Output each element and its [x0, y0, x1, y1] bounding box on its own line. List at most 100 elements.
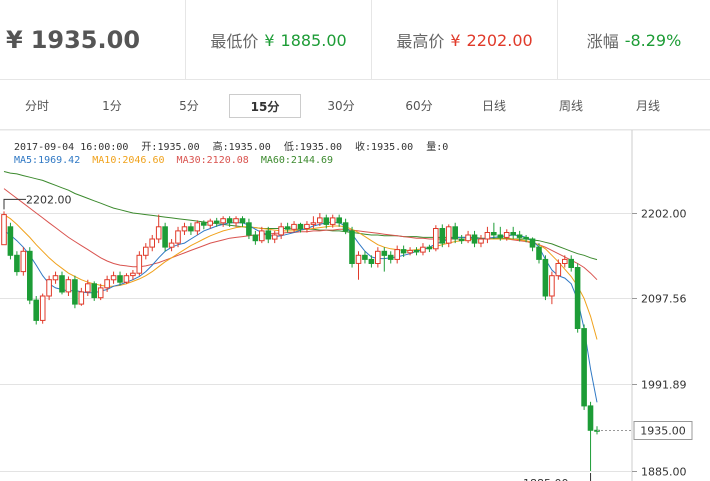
candle-body — [587, 405, 594, 431]
candle-body — [516, 234, 523, 238]
y-tick-label: 2097.56 — [641, 293, 687, 306]
candle-body — [394, 249, 400, 260]
candle-body — [46, 279, 52, 297]
candle-body — [329, 217, 336, 225]
candle-body — [310, 222, 317, 225]
candle-body — [465, 234, 471, 242]
candle-body — [400, 249, 407, 254]
candle-body — [278, 226, 284, 236]
candle-body — [259, 230, 265, 242]
candle-body — [491, 232, 497, 236]
candle-body — [271, 234, 278, 240]
candle-body — [52, 275, 59, 281]
candle-body — [33, 299, 40, 321]
current-price-tag: 1935.00 — [640, 425, 686, 438]
candle-body — [387, 254, 394, 260]
candle-body — [233, 218, 239, 224]
candle-body — [78, 291, 85, 305]
candle-body — [555, 263, 562, 277]
candle-body — [549, 275, 555, 297]
candle-body — [155, 226, 162, 240]
max-marker-line — [3, 198, 26, 210]
candle-body — [143, 246, 149, 256]
candle-body — [136, 254, 143, 274]
candle-body — [381, 250, 388, 256]
candlestick-chart[interactable]: 2202.00 2097.56 1991.89 1885.00 2202.00 1885.… — [0, 0, 710, 481]
candle-body — [304, 223, 310, 229]
candle-body — [445, 226, 452, 244]
candle-body — [471, 234, 478, 244]
candle-body — [426, 246, 433, 250]
candle-body — [130, 272, 136, 277]
candle-body — [188, 226, 194, 232]
max-marker-label: 2202.00 — [26, 193, 72, 206]
candle-body — [213, 220, 220, 224]
candle-body — [39, 295, 46, 321]
candle-body — [503, 232, 510, 238]
candle-body — [355, 254, 362, 264]
candle-body — [336, 217, 342, 224]
candle-body — [162, 226, 168, 248]
candle-body — [168, 242, 175, 248]
candle-body — [297, 223, 304, 229]
candle-body — [452, 226, 458, 240]
candle-body — [284, 226, 291, 230]
candle-body — [342, 222, 349, 232]
candle-body — [220, 218, 226, 224]
candle-body — [568, 258, 575, 268]
ma60-line — [3, 171, 598, 261]
candle-body — [413, 249, 420, 253]
candle-body — [117, 275, 123, 283]
candle-body — [323, 217, 330, 225]
y-tick-label: 2202.00 — [641, 208, 687, 221]
candle-body — [207, 220, 213, 226]
candle-body — [368, 258, 375, 264]
candle-body — [574, 267, 581, 329]
candle-body — [72, 279, 78, 305]
candle-body — [175, 230, 181, 244]
candle-body — [349, 230, 355, 264]
candle-body — [20, 250, 27, 273]
candle-body — [542, 258, 549, 297]
candle-body — [226, 218, 233, 224]
candle-body — [317, 217, 323, 224]
candle-body — [97, 287, 104, 299]
candle-body — [510, 232, 516, 236]
candle-body — [149, 238, 155, 248]
candle-body — [201, 222, 207, 226]
min-marker-line — [590, 473, 592, 481]
candle-body — [420, 246, 426, 253]
candle-body — [194, 222, 201, 232]
candle-body — [14, 254, 20, 273]
candle-body — [291, 223, 297, 230]
min-marker-label: 1885.00 — [523, 477, 569, 481]
candle-body — [181, 226, 188, 232]
candle-body — [91, 283, 98, 299]
candle-body — [536, 246, 542, 260]
candle-body — [458, 238, 465, 242]
candle-body — [65, 279, 72, 293]
candle-body — [110, 275, 117, 281]
candle-body — [265, 230, 272, 240]
candle-body — [497, 234, 504, 238]
candle-body — [123, 275, 130, 283]
candle-body — [7, 226, 14, 256]
y-tick-label: 1885.00 — [641, 466, 687, 479]
candle-body — [1, 214, 7, 246]
candle-body — [27, 250, 33, 301]
candle-body — [581, 328, 587, 407]
candle-body — [529, 238, 536, 248]
candle-body — [239, 218, 246, 224]
candle-body — [362, 254, 368, 260]
candle-body — [252, 234, 259, 242]
candle-body — [439, 228, 446, 244]
candle-body — [407, 249, 413, 254]
candle-body — [484, 232, 491, 240]
candle-body — [433, 228, 439, 250]
candle-body — [523, 236, 529, 240]
candle-body — [59, 275, 65, 293]
y-tick-label: 1991.89 — [641, 379, 687, 392]
candle-body — [478, 238, 484, 244]
candle-body — [375, 250, 381, 265]
ma5-line — [3, 221, 598, 403]
